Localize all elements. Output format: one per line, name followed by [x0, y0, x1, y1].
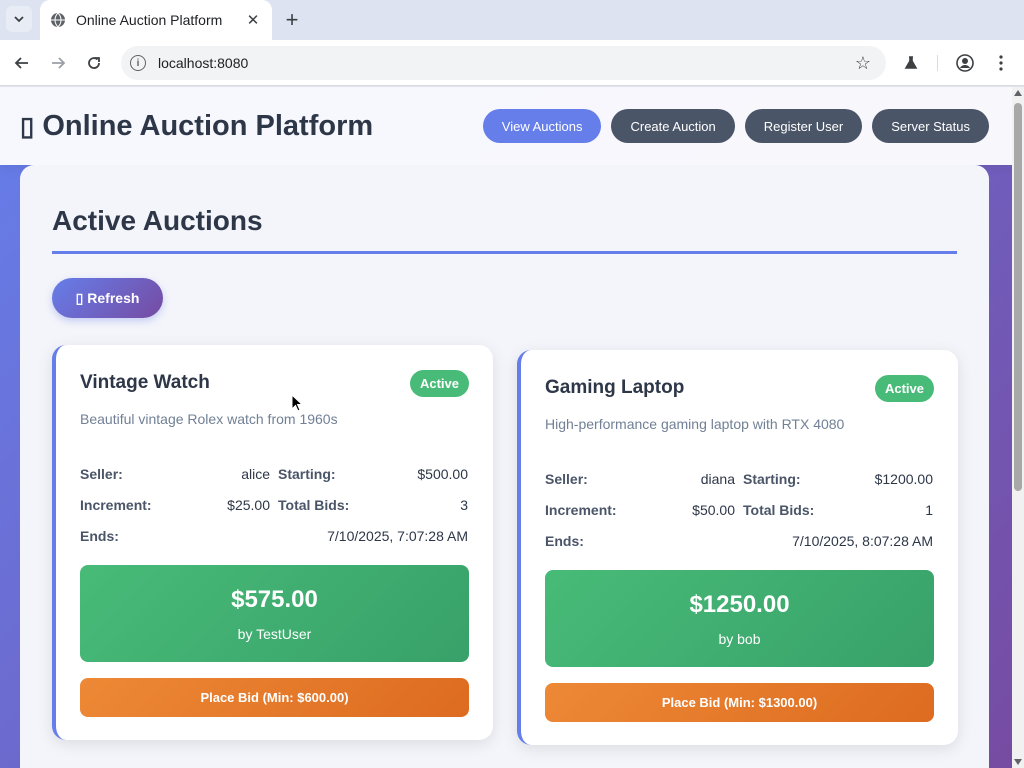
current-bidder: by bob — [718, 630, 761, 647]
chevron-down-icon — [14, 16, 24, 23]
auction-title: Gaming Laptop — [545, 377, 685, 398]
flask-icon[interactable] — [898, 50, 924, 76]
new-tab-button[interactable]: + — [280, 7, 304, 32]
auction-card: Vintage Watch Active Beautiful vintage R… — [52, 345, 493, 740]
refresh-button[interactable]: ▯ Refresh — [52, 278, 163, 318]
starting-value: $500.00 — [417, 466, 468, 482]
browser-tabstrip: Online Auction Platform ✕ + — [0, 0, 1024, 40]
scrollbar-thumb[interactable] — [1014, 103, 1022, 491]
toolbar-divider — [937, 55, 938, 71]
seller-value: diana — [700, 471, 735, 487]
section-title: Active Auctions — [52, 205, 263, 236]
current-bid-amount: $575.00 — [231, 585, 318, 613]
place-bid-button[interactable]: Place Bid (Min: $600.00) — [80, 678, 469, 717]
ends-label: Ends: — [545, 533, 584, 549]
more-menu-icon[interactable] — [988, 50, 1014, 76]
status-badge: Active — [874, 374, 934, 402]
forward-icon[interactable] — [45, 50, 71, 76]
back-icon[interactable] — [9, 50, 35, 76]
tab-title: Online Auction Platform — [76, 12, 223, 28]
seller-value: alice — [241, 466, 270, 482]
url-text: localhost:8080 — [158, 55, 249, 71]
title-divider — [52, 251, 957, 254]
auction-card: Gaming Laptop Active High-performance ga… — [517, 350, 958, 745]
auction-details: Seller: diana Starting: $1200.00 Increment… — [545, 470, 934, 550]
auction-description: Beautiful vintage Rolex watch from 1960s — [80, 411, 338, 427]
ends-label: Ends: — [80, 528, 119, 544]
auctions-panel: Active Auctions ▯ Refresh Vintage Watch … — [20, 165, 989, 768]
current-bid-amount: $1250.00 — [689, 590, 790, 618]
current-bid-box: $575.00 by TestUser — [80, 565, 469, 662]
register-user-button[interactable]: Register User — [744, 109, 863, 143]
scroll-down-icon[interactable] — [1014, 759, 1022, 765]
app-title: ▯ Online Auction Platform — [20, 110, 373, 143]
place-bid-button[interactable]: Place Bid (Min: $1300.00) — [545, 683, 934, 722]
increment-label: Increment: — [80, 497, 152, 513]
auction-details: Seller: alice Starting: $500.00 Increment:… — [80, 465, 469, 545]
address-bar[interactable]: i localhost:8080 ☆ — [121, 46, 886, 80]
increment-value: $50.00 — [692, 502, 735, 518]
app-title-text: Online Auction Platform — [42, 109, 374, 142]
ends-value: 7/10/2025, 7:07:28 AM — [327, 528, 468, 544]
total-bids-value: 3 — [460, 497, 468, 513]
profile-icon[interactable] — [952, 50, 978, 76]
increment-label: Increment: — [545, 502, 617, 518]
tab-search-button[interactable] — [6, 6, 32, 32]
globe-icon — [51, 12, 65, 28]
star-icon[interactable]: ☆ — [850, 50, 876, 76]
server-status-button[interactable]: Server Status — [872, 109, 989, 143]
site-info-icon[interactable]: i — [130, 55, 146, 71]
seller-label: Seller: — [80, 466, 123, 482]
current-bidder: by TestUser — [237, 625, 312, 642]
ends-value: 7/10/2025, 8:07:28 AM — [792, 533, 933, 549]
close-icon[interactable]: ✕ — [244, 11, 262, 29]
total-bids-label: Total Bids: — [743, 502, 815, 518]
app-header: ▯ Online Auction Platform View Auctions … — [0, 87, 1012, 165]
browser-toolbar: i localhost:8080 ☆ — [0, 40, 1024, 86]
starting-label: Starting: — [743, 471, 801, 487]
status-badge: Active — [409, 369, 469, 397]
browser-tab[interactable]: Online Auction Platform ✕ — [40, 0, 272, 40]
increment-value: $25.00 — [227, 497, 270, 513]
gavel-icon: ▯ — [20, 110, 35, 141]
page-viewport: ▯ Online Auction Platform View Auctions … — [0, 87, 1012, 768]
auction-title: Vintage Watch — [80, 372, 210, 393]
auction-description: High-performance gaming laptop with RTX … — [545, 416, 845, 432]
page-scrollbar[interactable] — [1012, 87, 1024, 768]
scroll-up-icon[interactable] — [1014, 90, 1022, 96]
starting-label: Starting: — [278, 466, 336, 482]
starting-value: $1200.00 — [874, 471, 933, 487]
total-bids-label: Total Bids: — [278, 497, 350, 513]
mouse-cursor-icon — [291, 394, 304, 412]
refresh-icon: ▯ — [75, 289, 84, 306]
seller-label: Seller: — [545, 471, 588, 487]
main-nav: View Auctions Create Auction Register Us… — [482, 109, 989, 143]
refresh-label: Refresh — [87, 290, 140, 306]
create-auction-button[interactable]: Create Auction — [611, 109, 735, 143]
total-bids-value: 1 — [925, 502, 933, 518]
current-bid-box: $1250.00 by bob — [545, 570, 934, 667]
reload-icon[interactable] — [81, 50, 107, 76]
view-auctions-button[interactable]: View Auctions — [482, 109, 602, 143]
